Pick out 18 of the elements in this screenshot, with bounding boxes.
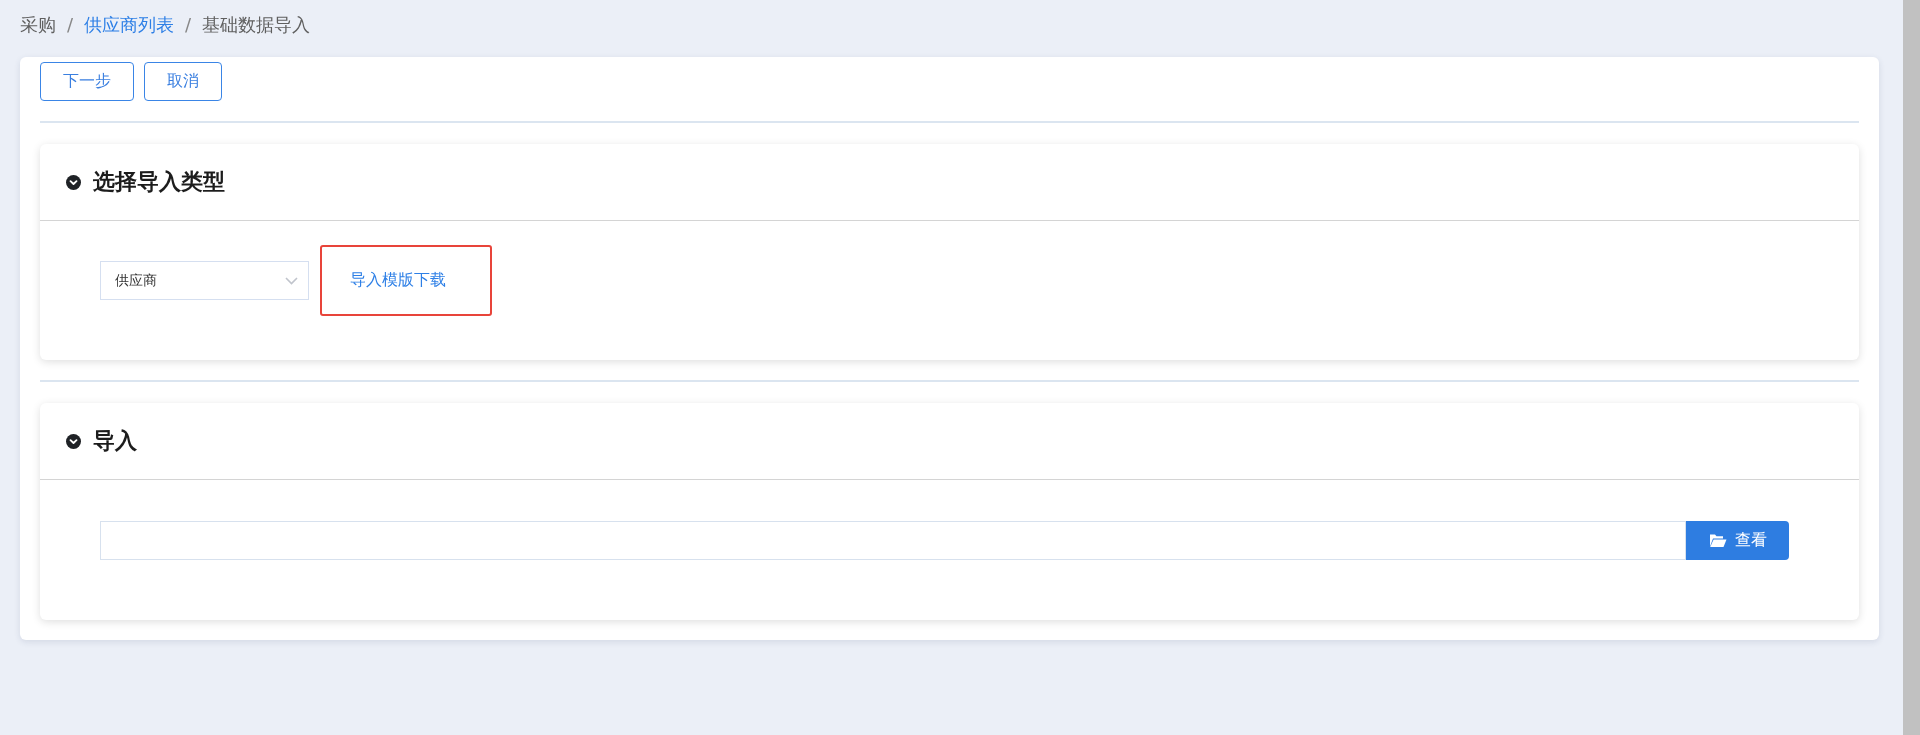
- template-download-link[interactable]: 导入模版下载: [350, 270, 446, 291]
- breadcrumb-item: 基础数据导入: [202, 13, 311, 37]
- folder-icon: [1708, 533, 1727, 548]
- chevron-down-icon: [285, 276, 298, 285]
- toolbar-button[interactable]: 下一步: [40, 62, 134, 101]
- chevron-down-circle-icon[interactable]: [66, 433, 81, 449]
- type-select[interactable]: 供应商: [100, 261, 309, 300]
- breadcrumb-separator: /: [185, 13, 192, 37]
- breadcrumb-link[interactable]: 供应商列表: [84, 12, 175, 38]
- view-button[interactable]: 查看: [1686, 521, 1789, 560]
- section-title: 导入: [93, 427, 137, 455]
- chevron-down-circle-icon[interactable]: [66, 174, 81, 190]
- breadcrumb-item: 采购: [20, 13, 56, 37]
- section-title: 选择导入类型: [93, 168, 225, 196]
- file-path-field[interactable]: [100, 521, 1686, 560]
- toolbar-button[interactable]: 取消: [144, 62, 222, 101]
- scrollbar-thumb[interactable]: [1903, 0, 1920, 735]
- breadcrumb-separator: /: [67, 13, 74, 37]
